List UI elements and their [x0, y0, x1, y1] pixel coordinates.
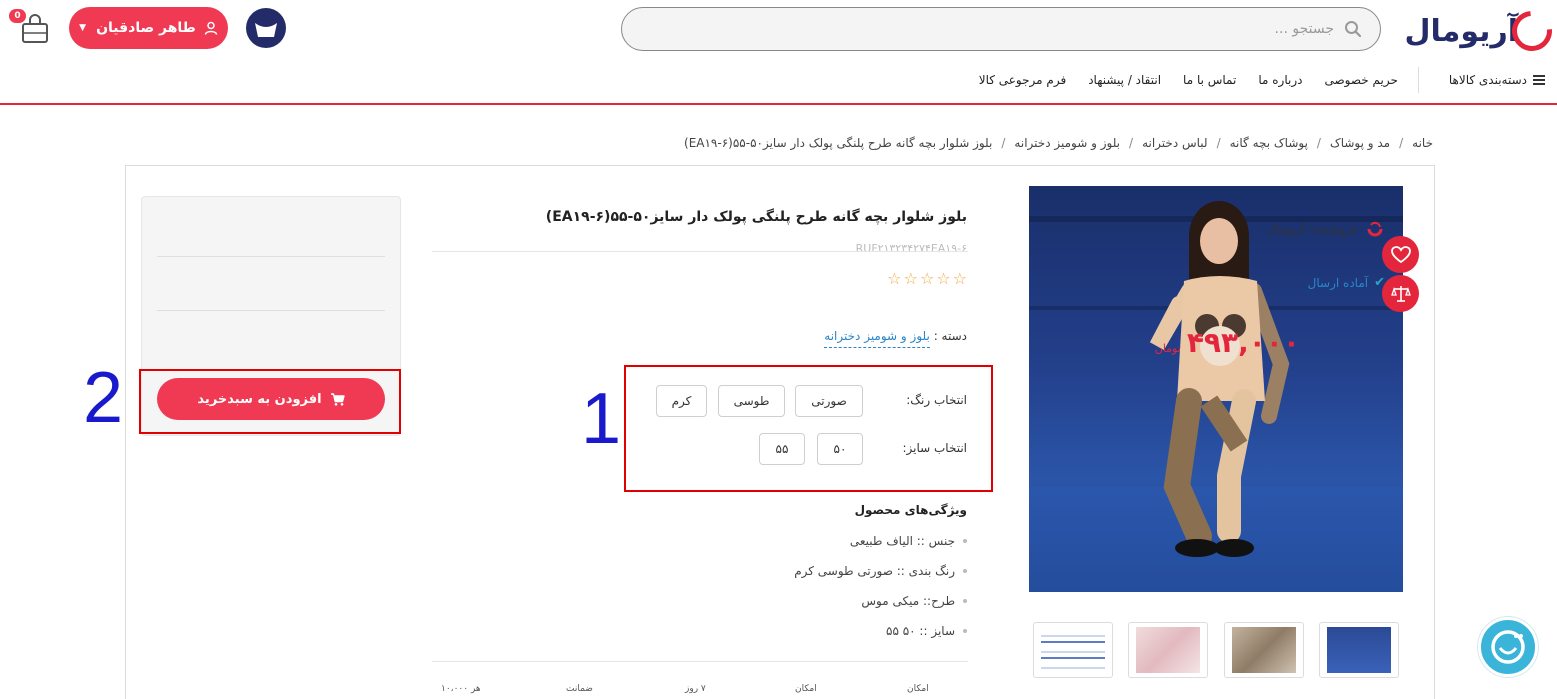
user-icon [204, 21, 218, 35]
categories-menu[interactable]: دسته‌بندی کالاها [1417, 67, 1545, 93]
thumbnail-image [1136, 627, 1200, 673]
feature-item: رنگ بندی :: صورتی طوسی کرم [794, 564, 967, 578]
heart-icon [1390, 245, 1411, 263]
product-thumbnail[interactable] [1128, 622, 1208, 678]
price-currency: تومان [1154, 342, 1181, 355]
shipping-status-text: آماده ارسال [1307, 275, 1369, 290]
seller-divider [157, 256, 385, 257]
compare-button[interactable] [1382, 275, 1419, 312]
nav-link-contact[interactable]: تماس با ما [1183, 73, 1236, 87]
product-thumbnail[interactable] [1033, 622, 1113, 678]
price-amount: ۴۹۳,۰۰۰ [1186, 326, 1300, 359]
service-badge-label: امکان [907, 684, 929, 694]
product-thumbnail[interactable] [1319, 622, 1399, 678]
annotation-box-cart [139, 369, 401, 434]
breadcrumb-item-kids[interactable]: پوشاک بچه گانه [1230, 136, 1308, 150]
seller-logo-icon [1367, 221, 1383, 237]
annotation-box-options [624, 365, 993, 492]
add-to-favorites-button[interactable] [1382, 236, 1419, 273]
nav-divider [0, 103, 1557, 105]
service-badge-label: هر ۱۰،۰۰۰ [441, 684, 481, 694]
seller-divider [157, 310, 385, 311]
star-icon[interactable]: ☆ [887, 270, 901, 288]
main-nav: دسته‌بندی کالاها حریم خصوصی درباره ما تم… [967, 66, 1557, 94]
site-logo[interactable]: آریومال [1404, 2, 1557, 60]
nav-link-about[interactable]: درباره ما [1258, 73, 1302, 87]
annotation-number-2: 2 [83, 358, 124, 438]
star-icon[interactable]: ☆ [920, 270, 934, 288]
feature-item: طرح:: میکی موس [861, 594, 967, 608]
menu-icon [1533, 75, 1545, 85]
category-link[interactable]: بلوز و شومیز دخترانه [824, 329, 930, 348]
product-title: بلوز شلوار بچه گانه طرح پلنگی پولک دار س… [545, 209, 967, 225]
features-title: ویژگی‌های محصول [854, 503, 967, 517]
shipping-status: ✔ آماده ارسال [1308, 275, 1385, 290]
nav-link-privacy[interactable]: حریم خصوصی [1324, 73, 1397, 87]
logo-mark-icon [1503, 2, 1557, 60]
logo-text: آریومال [1404, 13, 1519, 49]
product-thumbnail[interactable] [1224, 622, 1304, 678]
breadcrumb-item-fashion[interactable]: مد و پوشاک [1330, 136, 1390, 150]
product-main-image[interactable] [1029, 186, 1403, 592]
seller-name: فروشنده: آریومال [1267, 222, 1357, 236]
thumbnail-image [1232, 627, 1296, 673]
user-account-button[interactable]: طاهر صادقیان ▼ [69, 7, 228, 49]
breadcrumb-item-girls[interactable]: لباس دخترانه [1142, 136, 1208, 150]
nav-link-return-form[interactable]: فرم مرجوعی کالا [979, 73, 1066, 87]
chat-icon [1491, 630, 1525, 664]
feature-item: سایز :: ۵۰ ۵۵ [886, 624, 967, 638]
shopping-bag-icon[interactable] [246, 8, 286, 48]
check-icon: ✔ [1374, 275, 1385, 290]
rating-stars[interactable]: ☆ ☆ ☆ ☆ ☆ [887, 270, 967, 288]
breadcrumb-item-blouse[interactable]: بلوز و شومیز دخترانه [1014, 136, 1120, 150]
product-sku: RUF۲۱۳۲۳۴۲۷۴EA۱۹-۶ [855, 242, 967, 255]
star-icon[interactable]: ☆ [936, 270, 950, 288]
chevron-down-icon: ▼ [79, 23, 87, 33]
features-divider [432, 661, 968, 662]
breadcrumb-item-home[interactable]: خانه [1412, 136, 1433, 150]
chat-widget-button[interactable] [1478, 617, 1538, 677]
title-divider [432, 251, 968, 252]
scale-icon [1390, 285, 1411, 302]
feature-item: جنس :: الیاف طبیعی [850, 534, 967, 548]
user-name: طاهر صادقیان [96, 20, 196, 36]
annotation-number-1: 1 [581, 379, 622, 459]
product-price: ۴۹۳,۰۰۰ تومان [1155, 326, 1300, 359]
nav-link-feedback[interactable]: انتقاد / پیشنهاد [1088, 73, 1161, 87]
star-icon[interactable]: ☆ [953, 270, 967, 288]
thumbnail-image [1041, 627, 1105, 673]
product-category: دسته : بلوز و شومیز دخترانه [824, 329, 967, 348]
thumbnail-image [1327, 627, 1391, 673]
star-icon[interactable]: ☆ [904, 270, 918, 288]
cart-count-badge: 0 [9, 9, 26, 23]
search-input[interactable] [694, 21, 1334, 37]
search-bar[interactable] [621, 7, 1381, 51]
service-badge-label: ضمانت [566, 684, 593, 694]
breadcrumb: خانه / مد و پوشاک / پوشاک بچه گانه / لبا… [684, 136, 1433, 150]
service-badge-label: امکان [795, 684, 817, 694]
categories-label: دسته‌بندی کالاها [1448, 73, 1527, 87]
breadcrumb-item-current: بلوز شلوار بچه گانه طرح پلنگی پولک دار س… [684, 136, 993, 150]
seller-info: فروشنده: آریومال [1267, 220, 1385, 238]
service-badge-label: ۷ روز [685, 684, 706, 694]
search-icon [1345, 21, 1362, 38]
category-label: دسته : [933, 329, 967, 343]
